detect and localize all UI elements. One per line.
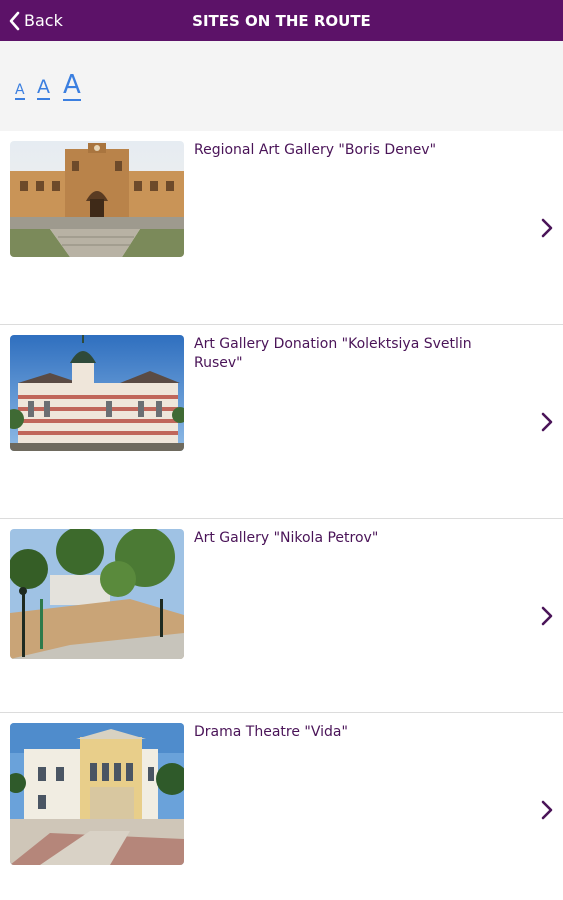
site-thumbnail bbox=[10, 335, 184, 451]
list-item[interactable]: Drama Theatre "Vida" bbox=[0, 713, 563, 900]
site-thumbnail bbox=[10, 723, 184, 865]
list-item[interactable]: Art Gallery Donation "Kolektsiya Svetlin… bbox=[0, 325, 563, 519]
site-thumbnail bbox=[10, 529, 184, 659]
list-item[interactable]: Regional Art Gallery "Boris Denev" bbox=[0, 131, 563, 325]
font-size-toolbar: A A A bbox=[0, 41, 563, 131]
page-title: SITES ON THE ROUTE bbox=[192, 11, 371, 30]
site-title: Drama Theatre "Vida" bbox=[194, 724, 348, 740]
list-item[interactable]: Art Gallery "Nikola Petrov" bbox=[0, 519, 563, 713]
top-app-bar: Back SITES ON THE ROUTE bbox=[0, 0, 563, 41]
chevron-right-icon bbox=[540, 605, 554, 627]
site-thumbnail bbox=[10, 141, 184, 257]
sites-list: Regional Art Gallery "Boris Denev" Art G… bbox=[0, 131, 563, 900]
chevron-left-icon bbox=[8, 11, 20, 31]
back-label: Back bbox=[24, 11, 63, 30]
chevron-right-icon bbox=[540, 217, 554, 239]
chevron-right-icon bbox=[540, 799, 554, 821]
font-size-large-button[interactable]: A bbox=[63, 72, 81, 101]
site-title: Art Gallery "Nikola Petrov" bbox=[194, 530, 379, 546]
chevron-right-icon bbox=[540, 411, 554, 433]
site-title: Regional Art Gallery "Boris Denev" bbox=[194, 142, 437, 158]
font-size-medium-button[interactable]: A bbox=[37, 78, 50, 100]
site-title: Art Gallery Donation "Kolektsiya Svetlin… bbox=[194, 336, 472, 371]
font-size-small-button[interactable]: A bbox=[15, 83, 25, 100]
back-button[interactable]: Back bbox=[8, 0, 63, 41]
